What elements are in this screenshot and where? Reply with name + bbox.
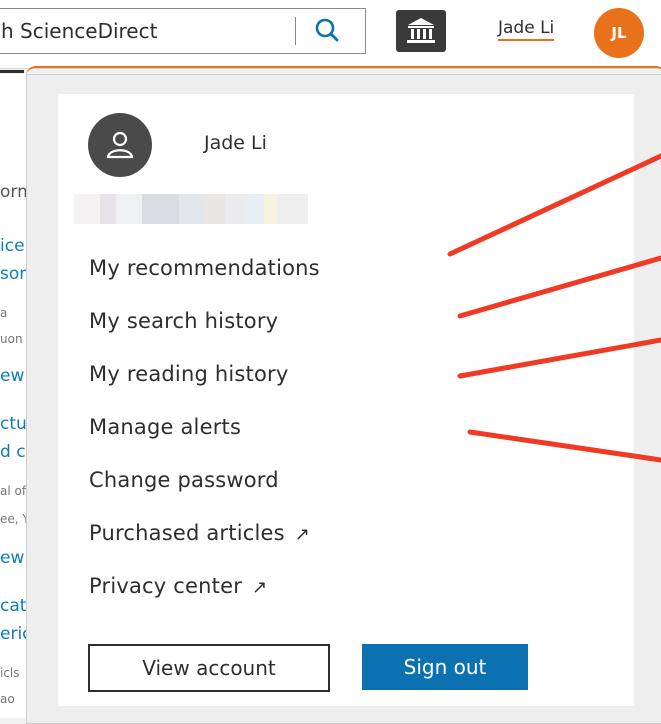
external-link-icon: ↗	[252, 577, 268, 598]
menu-item-label: Purchased articles	[89, 521, 285, 545]
bg-fragment: cat	[0, 596, 27, 616]
menu-item-privacy-center[interactable]: Privacy center ↗	[89, 574, 267, 598]
bg-fragment: a	[0, 306, 8, 320]
sign-out-button[interactable]: Sign out	[362, 644, 528, 690]
bg-fragment: ice	[0, 236, 25, 256]
bg-fragment: ao	[0, 692, 15, 706]
account-dropdown-content	[58, 94, 634, 706]
external-link-icon: ↗	[294, 524, 311, 545]
institution-icon	[407, 18, 435, 43]
bg-fragment: ew	[0, 366, 25, 386]
profile-name: Jade Li	[204, 132, 267, 154]
menu-item-label: Change password	[89, 468, 279, 492]
menu-item-purchased-articles[interactable]: Purchased articles ↗	[89, 521, 310, 545]
redacted-email	[74, 194, 308, 224]
menu-item-reading-history[interactable]: My reading history	[89, 362, 289, 386]
menu-item-manage-alerts[interactable]: Manage alerts	[89, 415, 241, 439]
user-icon	[106, 131, 134, 159]
header-divider	[0, 70, 24, 73]
top-header: Jade Li JL	[0, 0, 661, 69]
menu-item-recommendations[interactable]: My recommendations	[89, 256, 320, 280]
view-account-button[interactable]: View account	[88, 644, 330, 692]
profile-avatar	[88, 113, 152, 177]
menu-item-change-password[interactable]: Change password	[89, 468, 279, 492]
bg-fragment: icls	[0, 666, 20, 680]
bg-fragment: uon	[0, 332, 23, 346]
menu-item-search-history[interactable]: My search history	[89, 309, 278, 333]
bg-fragment: al of	[0, 484, 27, 498]
bg-fragment: ew	[0, 548, 25, 568]
search-divider	[295, 17, 296, 45]
menu-item-label: Manage alerts	[89, 415, 242, 439]
search-button[interactable]	[303, 13, 353, 49]
search-input[interactable]	[0, 9, 293, 53]
menu-item-label: Privacy center	[89, 574, 243, 598]
menu-item-label: My recommendations	[89, 256, 320, 280]
menu-item-label: My search history	[89, 309, 279, 333]
menu-item-label: My reading history	[89, 362, 289, 386]
header-user-name[interactable]: Jade Li	[498, 18, 555, 41]
search-icon	[315, 18, 339, 42]
search-box	[0, 8, 366, 54]
institution-button[interactable]	[396, 10, 446, 52]
header-avatar[interactable]: JL	[594, 8, 644, 58]
